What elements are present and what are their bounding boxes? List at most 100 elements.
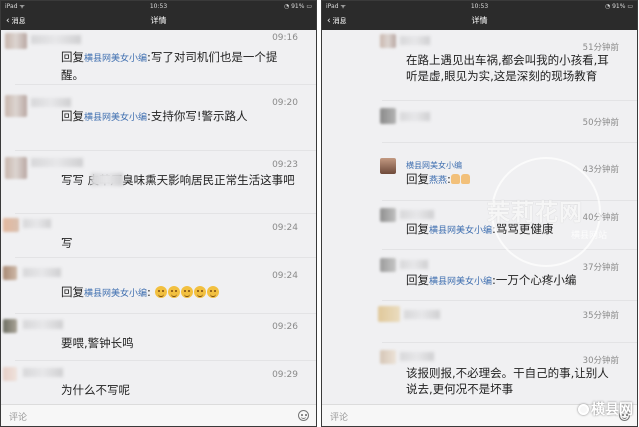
comment-text: 回复横县网美女小编:写了对司机们也是一个提醒。: [61, 49, 298, 83]
nav-bar: ‹ 消息 详情: [1, 12, 316, 30]
username-blurred: [404, 310, 440, 319]
logo-text: 横县网: [591, 402, 633, 418]
nav-bar: ‹ 消息 详情: [322, 12, 637, 30]
smile-emoji-icon: [180, 286, 193, 298]
redacted-text: [91, 173, 123, 186]
comment-time: 50分钟前: [582, 118, 619, 128]
username-blurred: [400, 210, 434, 219]
comment-text: 回复横县网美女小编:: [61, 284, 298, 302]
divider-line: [382, 342, 637, 343]
mention-link[interactable]: 横县网美女小编: [84, 289, 147, 299]
comment-item: 09:26 要喂,警钟长鸣: [3, 319, 298, 355]
comment-item: 09:24 写: [3, 218, 298, 252]
page-title: 详情: [471, 16, 488, 25]
page-title: 详情: [150, 16, 167, 25]
comment-body: :骂骂更健康: [492, 222, 554, 236]
avatar: [380, 158, 396, 174]
username-blurred: [31, 35, 81, 44]
avatar: [378, 306, 400, 322]
mention-link[interactable]: 横县网美女小编: [84, 54, 147, 64]
comment-feed[interactable]: 51分钟前 在路上遇见出车祸,都会叫我的小孩看,耳听是虚,眼见为实,这是深刻的现…: [322, 30, 637, 404]
site-logo: 横县网: [578, 399, 633, 419]
divider-line: [15, 313, 316, 314]
status-time: 10:53: [149, 3, 168, 10]
battery-indicator: ◔ 91% ▭: [283, 3, 312, 10]
comment-item: 30分钟前 该报则报,不必理会。干自己的事,让别人说去,更何况不是坏事: [380, 350, 619, 404]
comment-input-bar[interactable]: 评论: [1, 404, 316, 426]
avatar: [380, 108, 396, 124]
comment-item: 50分钟前: [380, 108, 619, 138]
avatar: [5, 157, 27, 179]
comment-text: 回复横县网美女小编:支持你写!警示路人: [61, 108, 298, 126]
username-blurred: [400, 112, 430, 121]
mention-link[interactable]: 燕燕: [429, 176, 447, 186]
comment-time: 09:26: [272, 322, 298, 332]
comment-item: 35分钟前: [378, 306, 619, 336]
divider-line: [15, 257, 316, 258]
smile-emoji-icon: [193, 286, 206, 298]
divider-line: [382, 300, 637, 301]
comment-item: 09:20 回复横县网美女小编:支持你写!警示路人: [5, 94, 298, 144]
comment-item: 40分钟前 回复横县网美女小编:骂骂更健康: [380, 208, 619, 244]
divider-line: [382, 100, 637, 101]
avatar: [3, 319, 17, 333]
comment-time: 35分钟前: [582, 311, 619, 321]
comment-item: 09:29 为什么不写呢: [3, 367, 298, 403]
mention-link[interactable]: 横县网美女小编: [429, 277, 492, 287]
comment-time: 09:20: [272, 98, 298, 108]
mention-link[interactable]: 横县网美女小编: [429, 226, 492, 236]
comment-feed[interactable]: 09:16 回复横县网美女小编:写了对司机们也是一个提醒。 09:20 回复横县…: [1, 30, 316, 404]
reply-prefix: 回复: [61, 285, 84, 299]
comment-text: 回复燕燕:: [406, 171, 619, 189]
mention-link[interactable]: 横县网美女小编: [84, 113, 147, 123]
comment-input[interactable]: 评论: [330, 410, 348, 423]
right-screen: iPad ᯤ 10:53 ◔ 91% ▭ ‹ 消息 详情 51分钟前 在路上遇见出…: [321, 0, 638, 427]
avatar: [380, 34, 396, 48]
reply-prefix: 回复: [406, 273, 429, 287]
reply-prefix: 回复: [61, 109, 84, 123]
username-blurred: [23, 268, 61, 277]
avatar: [3, 266, 17, 280]
divider-line: [15, 84, 316, 85]
battery-indicator: ◔ 91% ▭: [604, 3, 633, 10]
username-blurred: [400, 36, 430, 45]
divider-line: [15, 213, 316, 214]
thumbs-up-icon: [460, 174, 470, 184]
comment-item: 51分钟前 在路上遇见出车祸,都会叫我的小孩看,耳听是虚,眼见为实,这是深刻的现…: [380, 34, 619, 96]
comment-time: 09:16: [272, 33, 298, 43]
divider-line: [15, 150, 316, 151]
comment-body: :一万个心疼小编: [492, 273, 577, 287]
comment-username[interactable]: 横县网美女小编: [406, 160, 462, 171]
comment-time: 09:29: [272, 370, 298, 380]
status-bar: iPad ᯤ 10:53 ◔ 91% ▭: [322, 1, 637, 12]
comment-item: 09:23 写写 皮革厂臭味熏天影响居民正常生活这事吧: [5, 157, 298, 207]
comment-time: 09:24: [272, 223, 298, 233]
status-bar: iPad ᯤ 10:53 ◔ 91% ▭: [1, 1, 316, 12]
comment-text: 要喂,警钟长鸣: [61, 336, 134, 350]
avatar: [380, 258, 396, 272]
comment-input[interactable]: 评论: [9, 410, 27, 423]
comment-body: :: [147, 285, 151, 299]
thumbs-up-icon: [450, 174, 460, 184]
username-blurred: [31, 158, 83, 167]
comment-text: 写: [61, 236, 73, 250]
comment-text: 在路上遇见出车祸,都会叫我的小孩看,耳听是虚,眼见为实,这是深刻的现场教育: [406, 53, 609, 83]
username-blurred: [31, 98, 71, 107]
username-blurred: [23, 368, 63, 377]
username-blurred: [400, 260, 428, 269]
divider-line: [382, 142, 637, 143]
comment-text: 回复横县网美女小编:骂骂更健康: [406, 221, 619, 239]
avatar: [380, 350, 396, 364]
emoji-icon[interactable]: [298, 410, 309, 421]
avatar: [5, 95, 27, 117]
username-blurred: [23, 320, 63, 329]
logo-icon: [578, 404, 589, 415]
username-blurred: [23, 219, 51, 228]
comment-item: 37分钟前 回复横县网美女小编:一万个心疼小编: [380, 258, 619, 294]
avatar: [3, 367, 17, 381]
status-time: 10:53: [470, 3, 489, 10]
comment-body: :支持你写!警示路人: [147, 109, 248, 123]
username-blurred: [400, 352, 434, 361]
comment-text: 为什么不写呢: [61, 383, 130, 397]
comment-item: 09:16 回复横县网美女小编:写了对司机们也是一个提醒。: [5, 33, 298, 82]
